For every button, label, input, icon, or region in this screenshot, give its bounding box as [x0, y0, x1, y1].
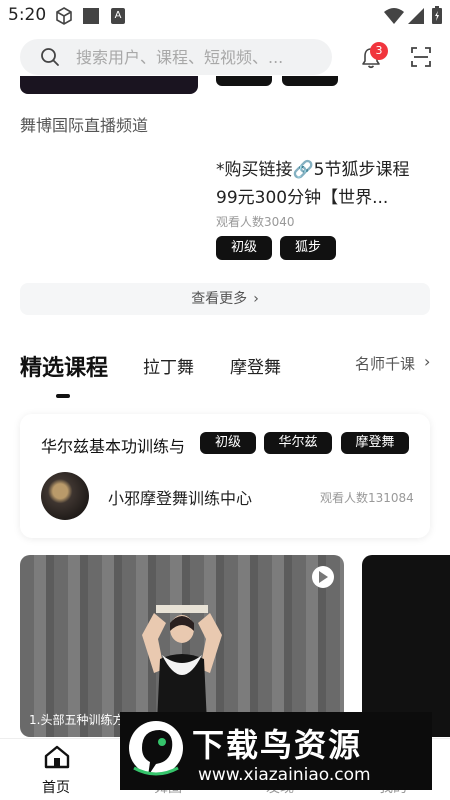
tab-indicator [56, 394, 70, 398]
tab-master-courses[interactable]: 名师千课 [355, 353, 415, 374]
search-icon [41, 48, 59, 66]
watermark-title: 下载鸟资源 [192, 726, 363, 764]
tab-latin-dance[interactable]: 拉丁舞 [143, 353, 194, 378]
search-input[interactable] [76, 45, 316, 69]
see-more-label: 查看更多 [191, 291, 248, 307]
channel-title[interactable]: 舞博国际直播频道 [20, 112, 148, 136]
featured-course-title: 华尔兹基本功训练与 [41, 437, 186, 456]
see-more-button[interactable]: 查看更多 › [20, 283, 430, 315]
video-caption: 1.头部五种训练方 [29, 713, 125, 727]
play-icon [319, 571, 328, 583]
avatar[interactable] [41, 472, 89, 520]
tab-featured-courses[interactable]: 精选课程 [20, 350, 108, 382]
video-thumbnail[interactable] [20, 555, 344, 737]
chevron-right-icon: › [253, 291, 259, 307]
course-tag: 摩登舞 [341, 432, 409, 454]
watermark-url: www.xiazainiao.com [198, 765, 371, 785]
wifi-icon [384, 8, 404, 24]
featured-course-views: 观看人数131084 [320, 491, 414, 505]
status-time: 5:20 [8, 5, 47, 25]
notification-square-icon [83, 8, 99, 24]
course-tag: 初级 [200, 432, 256, 454]
scan-icon[interactable] [410, 46, 432, 68]
previous-tag [216, 76, 272, 86]
bird-logo-icon [129, 721, 183, 776]
signal-icon [408, 8, 424, 24]
organization-name[interactable]: 小邪摩登舞训练中心 [108, 485, 252, 509]
live-course-views: 观看人数3040 [216, 215, 295, 229]
notification-badge: 3 [370, 42, 388, 60]
battery-icon [432, 6, 442, 24]
app-a-icon: A [111, 8, 125, 24]
home-icon[interactable] [44, 745, 70, 769]
previous-tag [282, 76, 338, 86]
chevron-right-icon[interactable]: › [424, 352, 430, 371]
course-tag: 华尔兹 [264, 432, 332, 454]
live-course-title[interactable]: *购买链接🔗5节狐步课程99元300分钟【世界... [216, 156, 416, 212]
course-tag: 初级 [216, 236, 272, 260]
cube-icon [56, 7, 72, 25]
course-tag: 狐步 [280, 236, 336, 260]
previous-course-thumbnail[interactable] [20, 76, 198, 94]
tab-modern-dance[interactable]: 摩登舞 [230, 353, 281, 378]
video-thumbnail[interactable] [362, 555, 450, 737]
nav-home[interactable]: 首页 [42, 777, 70, 797]
